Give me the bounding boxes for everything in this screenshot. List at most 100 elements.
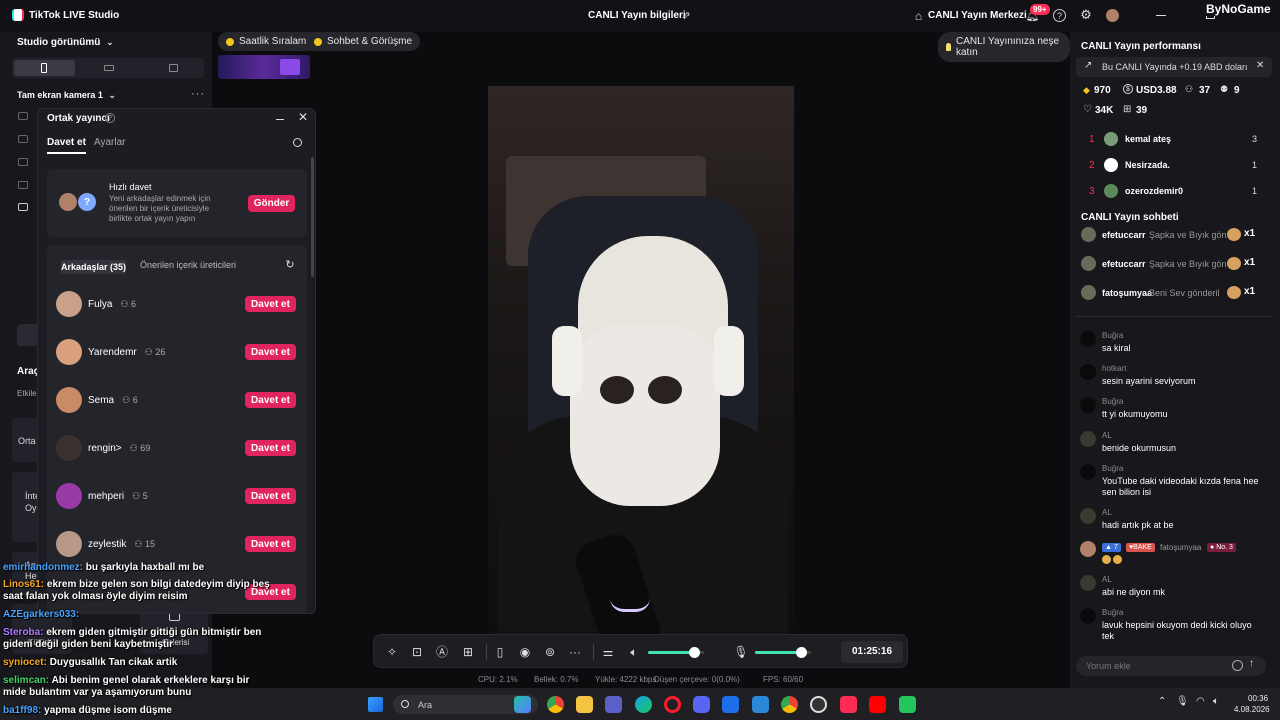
overlay-chat-user: Steroba: [3, 627, 44, 638]
comment-placeholder: Yorum ekle [1086, 661, 1131, 671]
send-arrow-icon[interactable]: ↑ [1249, 658, 1254, 669]
audio-settings-icon[interactable]: ⚌ [600, 644, 616, 660]
minimize-icon[interactable] [276, 119, 284, 120]
gift-icon [1227, 286, 1241, 299]
copilot-icon[interactable] [514, 696, 531, 713]
store-icon[interactable] [752, 696, 769, 713]
heart-icon: ♡ [1083, 104, 1092, 115]
speaker-icon[interactable]: 🔈︎ [626, 644, 642, 660]
scrollbar[interactable] [311, 157, 314, 277]
minimize-icon[interactable] [1156, 15, 1166, 16]
mic-volume-slider[interactable] [755, 647, 811, 658]
invite-button[interactable]: Davet et [245, 392, 296, 408]
more-options-icon[interactable]: ··· [191, 88, 205, 100]
invite-button[interactable]: Davet et [245, 440, 296, 456]
gifter-avatar [1081, 227, 1096, 242]
camera-switch-icon[interactable]: ⊚ [542, 644, 558, 660]
mic-volume-fill [755, 651, 801, 654]
tab-suggested-creators[interactable]: Önerilen içerik üreticileri [140, 260, 236, 270]
invite-button[interactable]: Davet et [245, 536, 296, 552]
ai-icon[interactable]: Ⓐ [434, 644, 450, 660]
profile-avatar[interactable] [1106, 9, 1119, 22]
teams-icon[interactable] [605, 696, 622, 713]
info-icon[interactable]: ? [105, 113, 115, 123]
invite-button[interactable]: Davet et [245, 344, 296, 360]
dual-layout-icon[interactable] [169, 64, 178, 72]
enhance-icon[interactable]: ⊡ [409, 644, 425, 660]
refresh-icon[interactable]: ↻ [284, 258, 296, 271]
discord-icon[interactable] [693, 696, 710, 713]
wifi-icon[interactable]: ◠ [1196, 696, 1205, 707]
file-explorer-icon[interactable] [576, 696, 593, 713]
chevron-up-icon[interactable]: ⌃ [1158, 696, 1166, 707]
close-icon[interactable]: ✕ [1256, 60, 1264, 71]
obs-icon[interactable] [810, 696, 827, 713]
chat-username: AL [1102, 575, 1112, 584]
volume-tray-icon[interactable]: 🔈︎ [1213, 696, 1219, 707]
gifts-count: 39 [1136, 105, 1148, 116]
camera-preview[interactable] [488, 86, 794, 662]
search-icon[interactable] [293, 138, 302, 147]
camera-icon [18, 112, 28, 120]
comment-input[interactable]: Yorum ekle ↑ [1076, 656, 1266, 676]
invite-button[interactable]: Davet et [245, 488, 296, 504]
settings-gear-icon[interactable]: ⚙ [1079, 7, 1093, 22]
chat-avatar [1080, 575, 1096, 591]
ranking-row[interactable]: 1 kemal ateş 3 [1076, 131, 1272, 149]
home-icon[interactable]: ⌂ [912, 9, 925, 23]
live-fun-pill[interactable]: CANLI Yayınınıza neşe katın [938, 32, 1070, 62]
green-app-icon[interactable] [899, 696, 916, 713]
event-banner[interactable] [218, 55, 310, 79]
camera-icon [18, 203, 28, 211]
share-icon[interactable]: ⇗ [680, 9, 692, 22]
start-icon[interactable] [368, 697, 383, 712]
rank-badge: ● No. 3 [1207, 543, 1236, 552]
speaker-volume-knob[interactable] [688, 647, 700, 658]
microphone-icon[interactable]: 🎙︎ [733, 644, 749, 660]
invite-button[interactable]: Davet et [245, 296, 296, 312]
taskbar-search-placeholder: Ara [418, 700, 433, 710]
chat-username: Buğra [1102, 397, 1124, 406]
send-button[interactable]: Gönder [248, 195, 295, 212]
help-icon[interactable]: ? [1053, 9, 1066, 22]
magic-wand-icon[interactable]: ✧ [384, 644, 400, 660]
chat-call-pill[interactable]: Sohbet & Görüşme [306, 32, 421, 51]
chat-title: CANLI Yayın sohbeti [1081, 212, 1179, 223]
tab-invite[interactable]: Davet et [47, 137, 86, 154]
landscape-icon[interactable] [104, 65, 114, 71]
mail-icon[interactable] [722, 696, 739, 713]
edge-icon[interactable] [635, 696, 652, 713]
tiktok-studio-icon[interactable] [840, 696, 857, 713]
fan-club-badge-value: BAKE [1133, 544, 1152, 551]
tab-friends[interactable]: Arkadaşlar (35) [61, 260, 127, 274]
add-source-button[interactable] [17, 324, 39, 346]
speaker-volume-slider[interactable] [648, 647, 704, 658]
live-info-title[interactable]: CANLI Yayın bilgileri [588, 10, 686, 21]
tab-settings[interactable]: Ayarlar [94, 137, 126, 148]
phone-icon[interactable]: ▯ [492, 644, 508, 660]
studio-view-dropdown[interactable]: Studio görünümü ⌄ [17, 37, 114, 48]
ranker-name: ozerozdemir0 [1125, 186, 1184, 196]
opera-icon[interactable] [664, 696, 681, 713]
record-icon[interactable]: ◉ [517, 644, 533, 660]
chrome-icon[interactable] [547, 696, 564, 713]
chat-text: benide okurmusun [1102, 443, 1177, 453]
friend-row: zeylestik ⚇ 15 Davet et [56, 529, 301, 559]
ranking-row[interactable]: 3 ozerozdemir0 1 [1076, 183, 1272, 201]
overlay-chat-text: Duygusallık Tan cikak artik [49, 657, 178, 668]
chrome-active-icon[interactable] [781, 696, 798, 713]
mic-tray-icon[interactable]: 🎙︎ [1176, 696, 1189, 707]
friend-viewer-count: ⚇ 69 [129, 442, 151, 453]
chat-username: fatoşumyaa [1160, 543, 1202, 552]
close-icon[interactable]: ✕ [297, 110, 309, 124]
more-icon[interactable]: ··· [567, 644, 583, 660]
mic-volume-knob[interactable] [795, 647, 807, 658]
add-media-icon[interactable]: ⊞ [460, 644, 476, 660]
youtube-icon[interactable] [869, 696, 886, 713]
hourly-ranking-pill[interactable]: Saatlik Sıralama [218, 32, 320, 51]
emoji-icon[interactable] [1232, 660, 1243, 671]
ranking-row[interactable]: 2 Nesirzada. 1 [1076, 157, 1272, 175]
live-center-link[interactable]: CANLI Yayın Merkezi [928, 10, 1027, 21]
rank-number: 2 [1089, 160, 1095, 171]
camera-scene-dropdown[interactable]: Tam ekran kamera 1 ⌄ [17, 90, 116, 101]
